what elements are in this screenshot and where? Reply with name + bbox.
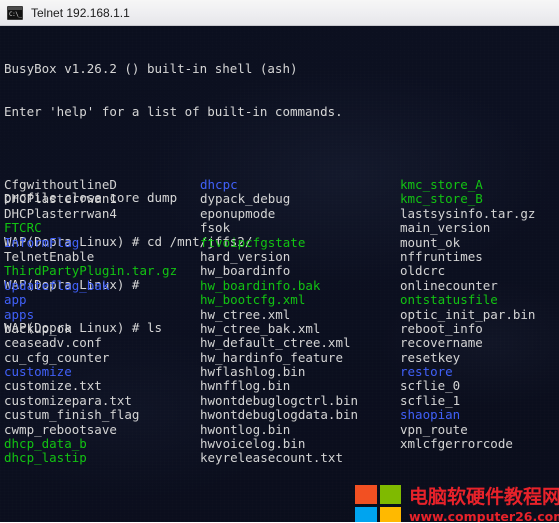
ls-entry: apps (4, 306, 35, 322)
ls-entry: hw_default_ctree.xml (200, 335, 351, 351)
ls-row: DHCPlasterrwan4 eponupmode lastsysinfo.tar… (4, 205, 555, 221)
ls-row: CfgwithoutlineD dhcpc kmc_store_A (4, 177, 555, 192)
ls-output: CfgwithoutlineD dhcpc kmc_store_A DHCPlaste… (4, 177, 555, 466)
ls-entry: hwvoicelog.bin (200, 436, 306, 452)
ls-entry: vpn_route (400, 421, 468, 437)
ls-entry: kmc_store_B (400, 191, 483, 207)
terminal-screen[interactable]: BusyBox v1.26.2 () built-in shell (ash) … (0, 26, 559, 522)
ls-entry: app (4, 292, 27, 308)
ls-entry: scflie_0 (400, 378, 461, 394)
ls-entry: customize (4, 364, 72, 380)
ls-row: DHCPlasterrwan1 dypack_debug kmc_store_B (4, 191, 555, 207)
ls-entry: keyreleasecount.txt (200, 450, 343, 466)
ls-entry: eponupmode (200, 205, 276, 221)
ls-entry: oldcrc (400, 263, 446, 279)
ls-entry: hwnfflog.bin (200, 378, 291, 394)
ls-entry: restore (400, 364, 453, 380)
ls-entry: ftvoipcfgstate (200, 234, 306, 250)
ls-row: backup_ok hw_ctree_bak.xml reboot_info (4, 320, 555, 336)
ls-entry: hw_ctree.xml (200, 306, 291, 322)
telnet-window: C:\_ Telnet 192.168.1.1 BusyBox v1.26.2 … (0, 0, 559, 523)
ls-entry: cwmp_rebootsave (4, 421, 117, 437)
ls-entry: onlinecounter (400, 277, 498, 293)
watermark-site-name: 电脑软硬件教程网 (409, 485, 559, 508)
logo-square-green (379, 485, 401, 504)
ls-row: apps hw_ctree.xml optic_init_par.bin (4, 306, 555, 322)
ls-entry: ontstatusfile (400, 292, 498, 308)
logo-square-orange (355, 485, 377, 504)
ls-row: dhcp_lastip keyreleasecount.txt (4, 450, 555, 466)
ls-row: cwmp_rebootsave hwontlog.bin vpn_route (4, 421, 555, 437)
ls-entry: hw_hardinfo_feature (200, 349, 343, 365)
ls-entry: cu_cfg_counter (4, 349, 110, 365)
ls-entry: dhcp_data_b (4, 436, 87, 452)
ls-entry: TelnetEnable (4, 248, 95, 264)
watermark-site-url: www.computer26.com (409, 508, 559, 523)
ls-entry: DHCPlasterrwan4 (4, 205, 117, 221)
ls-entry: kmc_store_A (400, 177, 483, 192)
ls-entry: ceaseadv.conf (4, 335, 102, 351)
ls-entry: ThirdPartyPlugin.tar.gz (4, 263, 178, 279)
window-title: Telnet 192.168.1.1 (31, 5, 130, 20)
ls-entry: hw_bootcfg.xml (200, 292, 306, 308)
ls-entry: hard_version (200, 248, 291, 264)
terminal-line: Enter 'help' for a list of built-in comm… (4, 104, 343, 120)
ls-entry: hwontlog.bin (200, 421, 291, 437)
ls-entry: hwontdebuglogdata.bin (200, 407, 359, 423)
ls-entry: customizepara.txt (4, 392, 132, 408)
ls-row: ThirdPartyPlugin.tar.gz hw_boardinfo oldcr… (4, 263, 555, 279)
logo-square-blue (355, 506, 377, 522)
ls-entry: hwflashlog.bin (200, 364, 306, 380)
ls-entry: InformFlag (4, 234, 80, 250)
ls-row: InformFlag ftvoipcfgstate mount_ok (4, 234, 555, 250)
ls-entry: optic_init_par.bin (400, 306, 536, 322)
ls-row: ceaseadv.conf hw_default_ctree.xml recover… (4, 335, 555, 351)
windows-logo-icon (355, 485, 401, 522)
ls-entry: custum_finish_flag (4, 407, 140, 423)
ls-entry: hw_ctree_bak.xml (200, 320, 321, 336)
terminal-line: BusyBox v1.26.2 () built-in shell (ash) (4, 60, 298, 76)
ls-entry: scflie_1 (400, 392, 461, 408)
ls-entry: FTCRC (4, 220, 42, 236)
ls-entry: reboot_info (400, 320, 483, 336)
ls-entry: DHCPlasterrwan1 (4, 191, 117, 207)
console-icon-screen: C:\_ (8, 9, 22, 19)
ls-entry: shaopian (400, 407, 461, 423)
ls-entry: Updateflag_bak (4, 277, 110, 293)
ls-entry: hw_boardinfo.bak (200, 277, 321, 293)
ls-entry: recovername (400, 335, 483, 351)
ls-entry: xmlcfgerrorcode (400, 436, 513, 452)
ls-entry: dhcpc (200, 177, 238, 192)
ls-row: TelnetEnable hard_version nffruntimes (4, 248, 555, 264)
ls-row: cu_cfg_counter hw_hardinfo_feature resetke… (4, 349, 555, 365)
ls-entry: dypack_debug (200, 191, 291, 207)
ls-row: Updateflag_bak hw_boardinfo.bak onlinecoun… (4, 277, 555, 293)
ls-entry: main_version (400, 220, 491, 236)
ls-entry: backup_ok (4, 320, 72, 336)
window-title-bar[interactable]: C:\_ Telnet 192.168.1.1 (0, 0, 559, 26)
ls-entry: CfgwithoutlineD (4, 177, 117, 192)
ls-row: customizepara.txt hwontdebuglogctrl.bin sc… (4, 392, 555, 408)
logo-square-yellow (379, 506, 401, 522)
ls-row: custum_finish_flag hwontdebuglogdata.bin s… (4, 407, 555, 423)
ls-entry: customize.txt (4, 378, 102, 394)
ls-entry: fsok (200, 220, 231, 236)
ls-entry: lastsysinfo.tar.gz (400, 205, 536, 221)
ls-row: FTCRC fsok main_version (4, 220, 555, 236)
ls-entry: mount_ok (400, 234, 461, 250)
watermark-text: 电脑软硬件教程网 www.computer26.com (409, 485, 559, 523)
ls-entry: resetkey (400, 349, 461, 365)
ls-row: customize hwflashlog.bin restore (4, 364, 555, 380)
ls-entry: nffruntimes (400, 248, 483, 264)
console-icon: C:\_ (7, 5, 23, 20)
ls-row: dhcp_data_b hwvoicelog.bin xmlcfgerrorcode (4, 436, 555, 452)
ls-row: customize.txt hwnfflog.bin scflie_0 (4, 378, 555, 394)
ls-entry: hwontdebuglogctrl.bin (200, 392, 359, 408)
terminal-footer-output: WAP(Dopra Linux) # WAP(Dopra Linux) # (4, 499, 155, 522)
ls-entry: dhcp_lastip (4, 450, 87, 466)
ls-row: app hw_bootcfg.xml ontstatusfile (4, 292, 555, 308)
watermark: 电脑软硬件教程网 www.computer26.com (355, 485, 559, 522)
ls-entry: hw_boardinfo (200, 263, 291, 279)
